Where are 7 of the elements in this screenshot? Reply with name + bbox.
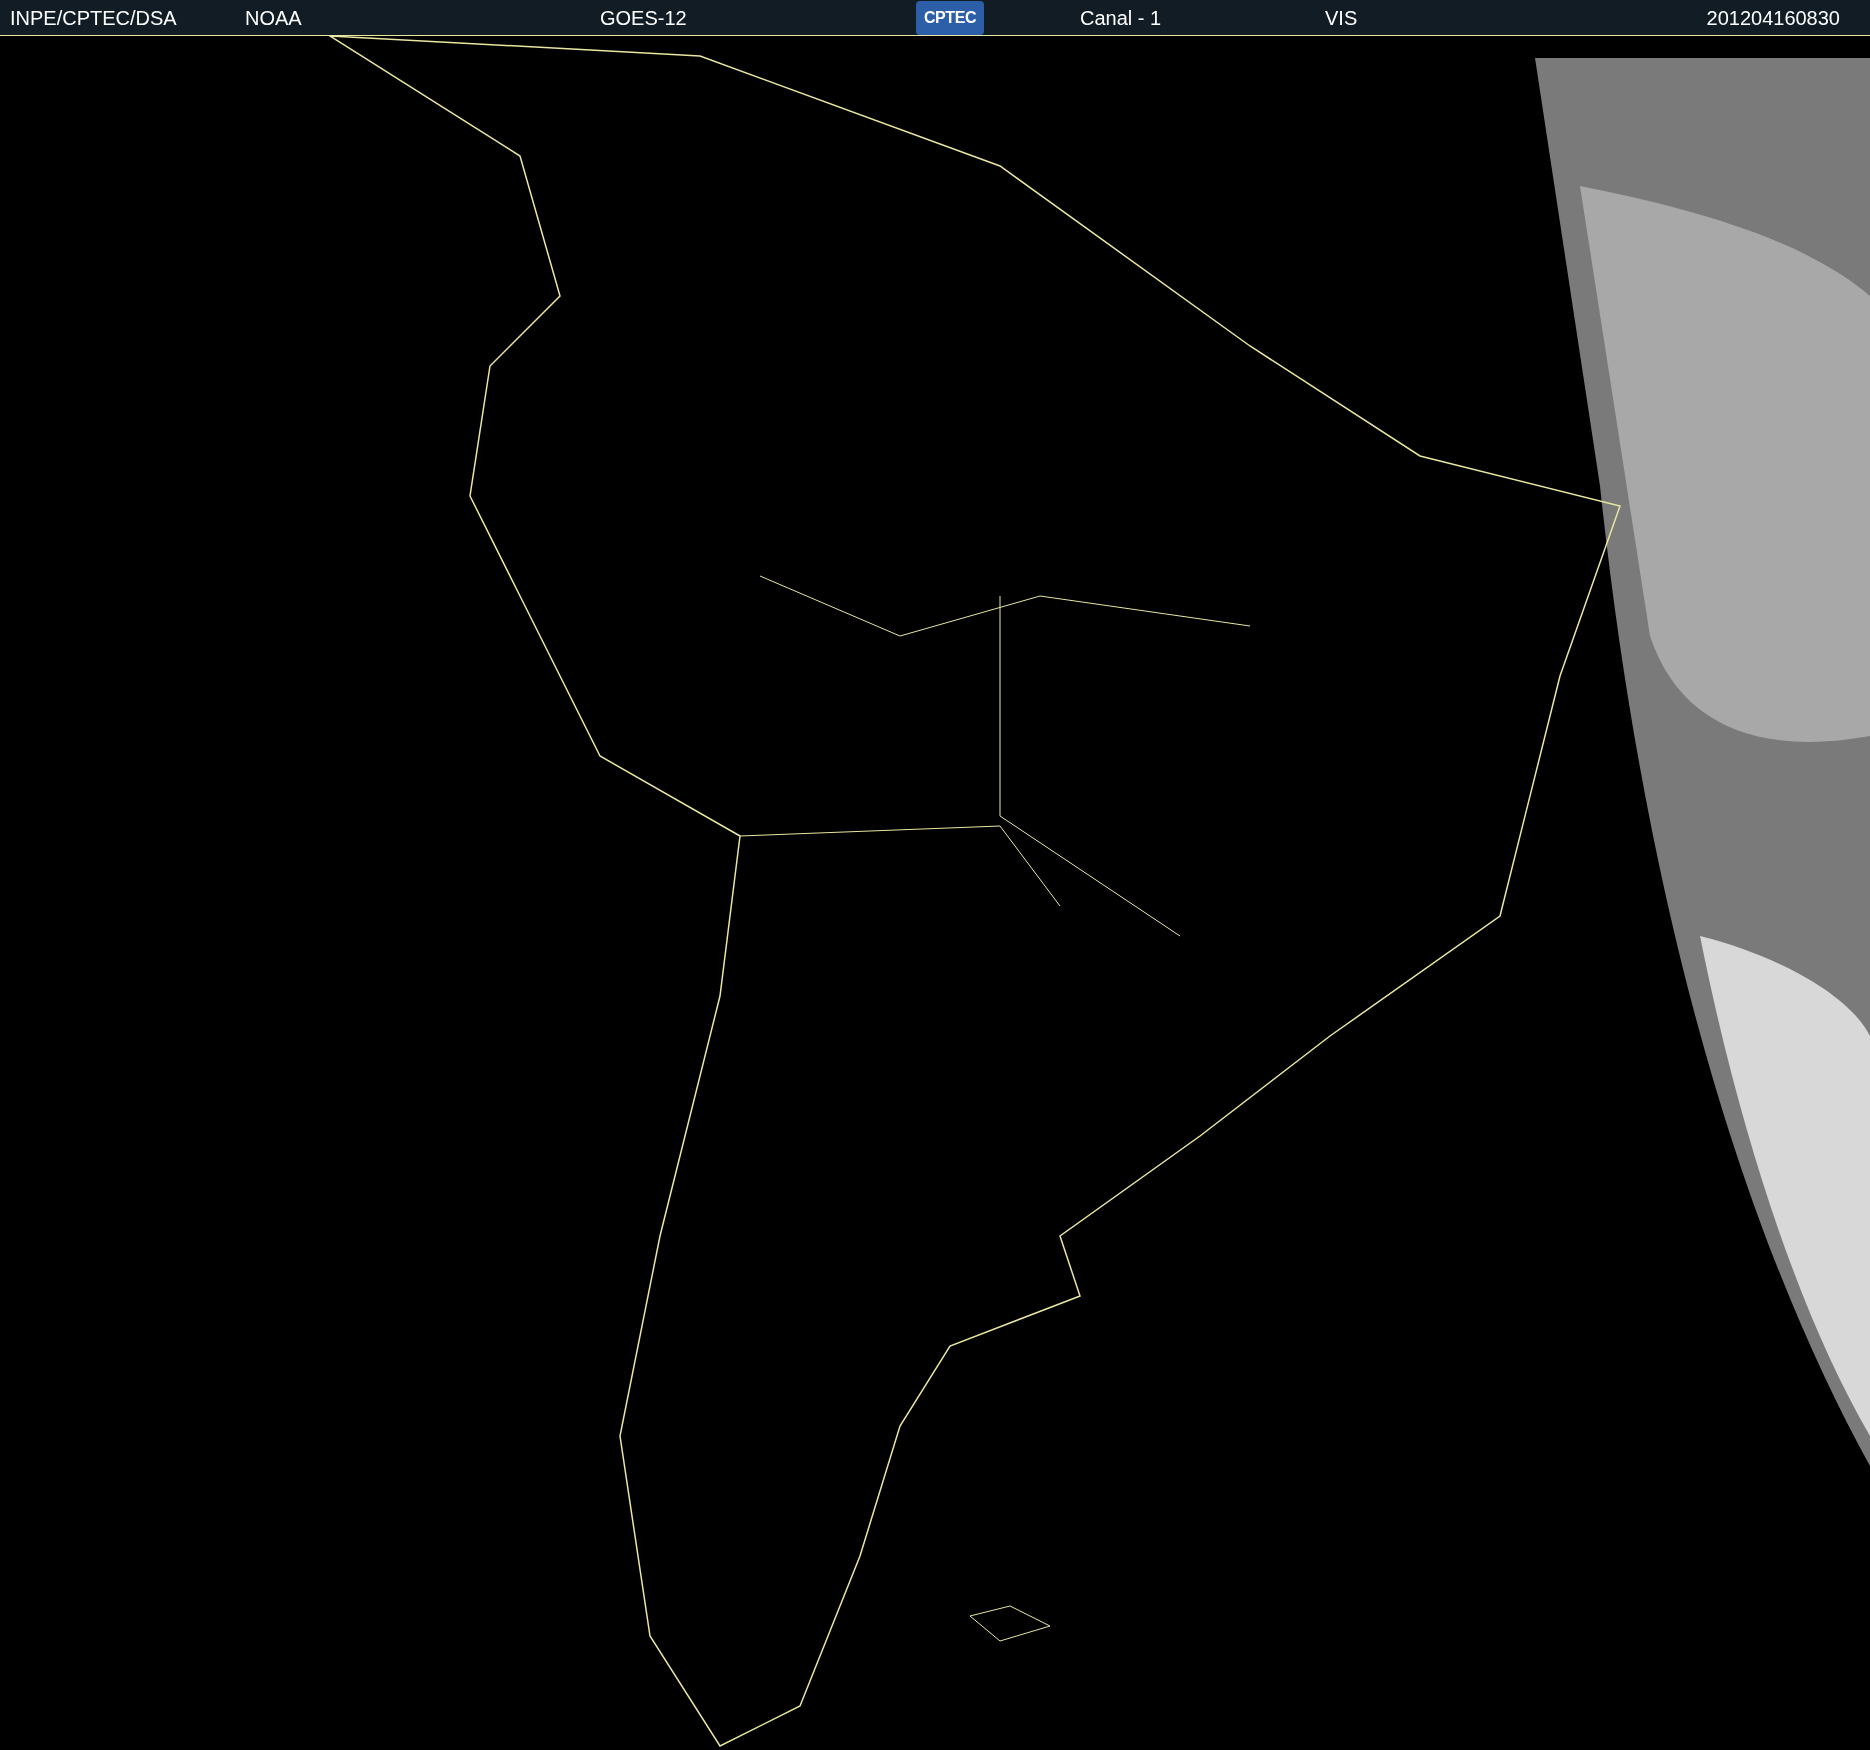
source-label: INPE/CPTEC/DSA	[10, 5, 178, 31]
logo-text: CPTEC	[923, 7, 977, 28]
channel-label: Canal - 1	[1080, 5, 1163, 31]
timestamp-label: 201204160830	[1706, 5, 1840, 31]
band-label: VIS	[1325, 5, 1358, 31]
agency-label: NOAA	[245, 5, 303, 31]
satellite-label: GOES-12	[600, 5, 688, 31]
